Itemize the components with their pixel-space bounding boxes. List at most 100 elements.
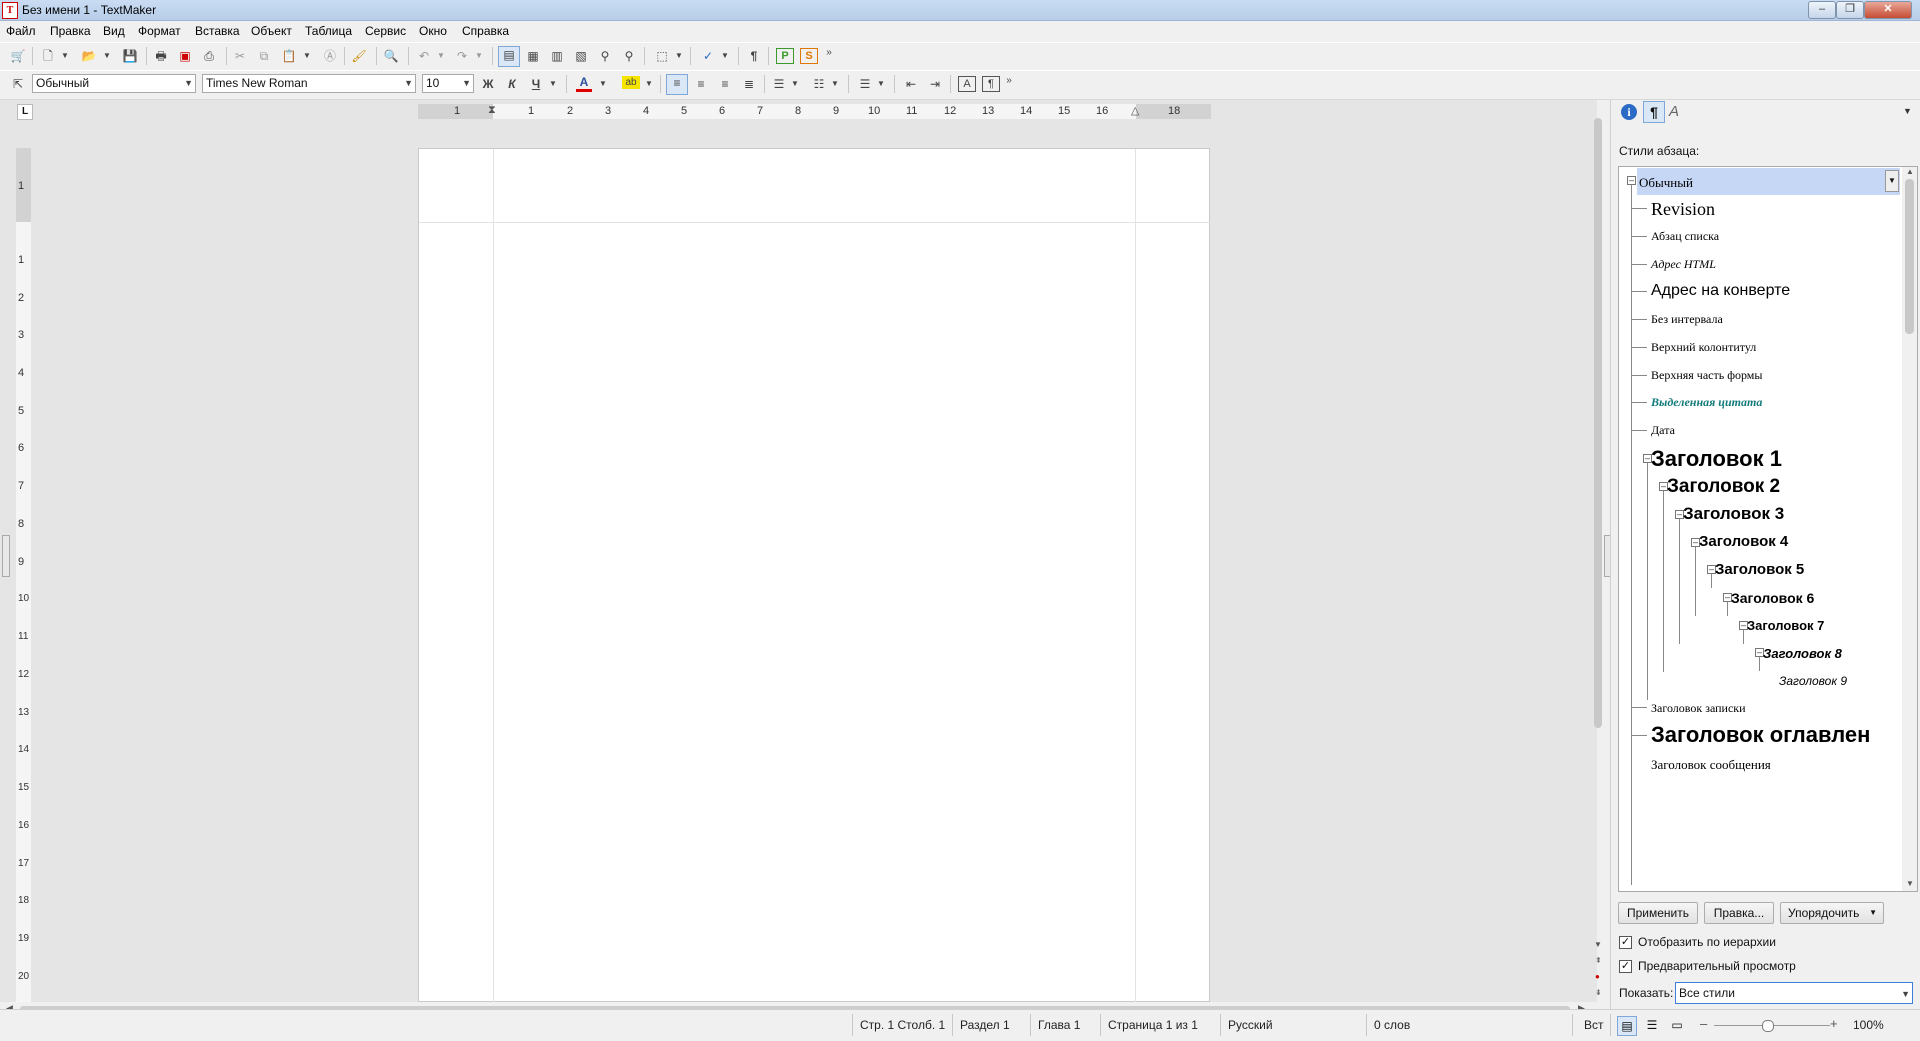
style-item-html-address[interactable]: Адрес HTML	[1651, 257, 1716, 272]
previous-page-icon[interactable]: ⇞	[1595, 956, 1602, 965]
style-item-heading-9[interactable]: Заголовок 9	[1779, 674, 1847, 688]
style-item-toc-heading[interactable]: Заголовок оглавлен	[1651, 722, 1870, 748]
menu-help[interactable]: Справка	[462, 24, 509, 38]
info-icon[interactable]: i	[1621, 104, 1637, 120]
style-item-form-top[interactable]: Верхняя часть формы	[1651, 368, 1762, 383]
menu-table[interactable]: Таблица	[305, 24, 352, 38]
chevron-down-icon[interactable]: ▼	[548, 76, 558, 92]
document-page[interactable]	[418, 148, 1211, 1003]
chevron-down-icon[interactable]: ▼	[830, 76, 840, 92]
menu-object[interactable]: Объект	[251, 24, 292, 38]
styles-scroll-thumb[interactable]	[1905, 179, 1914, 334]
menu-view[interactable]: Вид	[103, 24, 125, 38]
style-item-heading-1[interactable]: Заголовок 1	[1651, 446, 1782, 472]
chevron-down-icon[interactable]: ▼	[474, 48, 484, 64]
overflow-icon[interactable]: »	[1004, 73, 1014, 89]
panel-menu-icon[interactable]: ▼	[1903, 106, 1912, 116]
style-item-heading-6[interactable]: Заголовок 6	[1731, 590, 1814, 606]
spreadsheet-icon[interactable]: S	[800, 48, 818, 64]
master-page-icon[interactable]: ▧	[572, 48, 590, 64]
layout-icon[interactable]: ▦	[524, 48, 542, 64]
save-icon[interactable]: 💾	[122, 48, 138, 64]
chevron-down-icon[interactable]: ▼	[1885, 170, 1899, 192]
search-icon[interactable]: 🔍	[382, 48, 400, 64]
menu-edit[interactable]: Правка	[50, 24, 91, 38]
paste-text-icon[interactable]: Ⓐ	[322, 48, 338, 64]
font-size-combo[interactable]: 10 ▼	[422, 74, 474, 93]
chevron-down-icon[interactable]: ▼	[720, 48, 730, 64]
presentations-icon[interactable]: P	[776, 48, 794, 64]
align-right-icon[interactable]: ≡	[716, 76, 734, 92]
show-hierarchy-checkbox[interactable]: ✓	[1619, 936, 1632, 949]
spellcheck-icon[interactable]: ✓	[698, 48, 718, 64]
chevron-down-icon[interactable]: ▼	[302, 48, 312, 64]
paragraph-styles-icon[interactable]: ¶	[1643, 101, 1665, 123]
scroll-down-icon[interactable]: ▼	[1906, 879, 1914, 888]
zoom-fit-icon[interactable]: ⚲	[620, 48, 638, 64]
chevron-down-icon[interactable]: ▼	[102, 48, 112, 64]
paste-icon[interactable]: 📋	[280, 48, 298, 64]
zoom-out-button[interactable]: –	[1700, 1016, 1707, 1031]
align-center-icon[interactable]: ≡	[692, 76, 710, 92]
style-item-note-heading[interactable]: Заголовок записки	[1651, 701, 1746, 716]
menu-insert[interactable]: Вставка	[195, 24, 240, 38]
style-combo[interactable]: Обычный ▼	[32, 74, 196, 93]
overflow-icon[interactable]: »	[824, 45, 834, 61]
vertical-scrollbar[interactable]: ▼ ⇞ ● ⇟	[1592, 108, 1604, 998]
styles-scrollbar[interactable]: ▲ ▼	[1902, 167, 1917, 891]
decrease-indent-icon[interactable]: ⇤	[902, 76, 920, 92]
font-combo[interactable]: Times New Roman ▼	[202, 74, 416, 93]
sort-button[interactable]: Упорядочить ▼	[1780, 902, 1884, 924]
style-item-heading-5[interactable]: Заголовок 5	[1715, 561, 1804, 578]
indent-marker-icon[interactable]: ⧗	[488, 104, 496, 117]
numbered-list-icon[interactable]: ☷	[810, 76, 828, 92]
cut-icon[interactable]: ✂	[232, 48, 248, 64]
scroll-up-icon[interactable]: ▲	[1906, 167, 1914, 176]
left-panel-splitter[interactable]	[2, 535, 10, 577]
maximize-button[interactable]: ❐	[1836, 1, 1864, 19]
next-page-icon[interactable]: ⇟	[1595, 988, 1602, 997]
scroll-down-icon[interactable]: ▼	[1594, 940, 1602, 949]
zoom-in-button[interactable]: +	[1830, 1016, 1838, 1031]
browse-object-icon[interactable]: ●	[1595, 972, 1600, 981]
zoom-level[interactable]: 100%	[1853, 1018, 1884, 1032]
menu-tools[interactable]: Сервис	[365, 24, 406, 38]
style-item-heading-7[interactable]: Заголовок 7	[1747, 618, 1824, 633]
close-button[interactable]: ✕	[1864, 1, 1912, 19]
new-document-icon[interactable]: 🗋	[40, 48, 56, 64]
style-item-envelope-address[interactable]: Адрес на конверте	[1651, 282, 1790, 300]
frame-icon[interactable]: ⬚	[652, 48, 672, 64]
apply-button[interactable]: Применить	[1618, 902, 1698, 924]
chevron-down-icon[interactable]: ▼	[598, 76, 608, 92]
align-left-icon[interactable]: ≡	[666, 74, 688, 95]
style-item-heading-4[interactable]: Заголовок 4	[1699, 533, 1788, 550]
format-painter-icon[interactable]: 🖌	[350, 48, 368, 64]
cart-icon[interactable]: 🛒	[10, 48, 26, 64]
menu-format[interactable]: Формат	[138, 24, 181, 38]
right-indent-marker-icon[interactable]: △	[1131, 104, 1139, 117]
minimize-button[interactable]: –	[1808, 1, 1836, 19]
style-item-heading-8[interactable]: Заголовок 8	[1763, 646, 1842, 661]
menu-window[interactable]: Окно	[419, 24, 447, 38]
chevron-down-icon[interactable]: ▼	[674, 48, 684, 64]
chevron-down-icon[interactable]: ▼	[876, 76, 886, 92]
underline-button[interactable]: Ч	[528, 76, 544, 92]
pointer-icon[interactable]: ⇱	[10, 76, 26, 92]
pdf-export-icon[interactable]: ▣	[176, 48, 194, 64]
language-indicator[interactable]: Русский	[1228, 1018, 1273, 1032]
chevron-down-icon[interactable]: ▼	[790, 76, 800, 92]
font-color-button[interactable]: A	[576, 76, 592, 92]
chevron-down-icon[interactable]: ▼	[436, 48, 446, 64]
style-item-intense-quote[interactable]: Выделенная цитата	[1651, 395, 1762, 410]
pilcrow-icon[interactable]: ¶	[746, 48, 762, 64]
vertical-ruler[interactable]: 1 1 2 3 4 5 6 7 8 9 10 11 12 13 14 15 16…	[16, 148, 31, 1002]
chevron-down-icon[interactable]: ▼	[60, 48, 70, 64]
tab-stop-selector[interactable]: L	[17, 104, 33, 120]
normal-view-icon[interactable]: ▤	[1617, 1016, 1637, 1036]
menu-file[interactable]: Файл	[6, 24, 36, 38]
master-view-icon[interactable]: ▭	[1668, 1016, 1686, 1034]
insert-mode-indicator[interactable]: Вст	[1584, 1018, 1604, 1032]
undo-icon[interactable]: ↶	[416, 48, 432, 64]
paragraph-format-icon[interactable]: ¶	[982, 76, 1000, 92]
redo-icon[interactable]: ↷	[454, 48, 470, 64]
